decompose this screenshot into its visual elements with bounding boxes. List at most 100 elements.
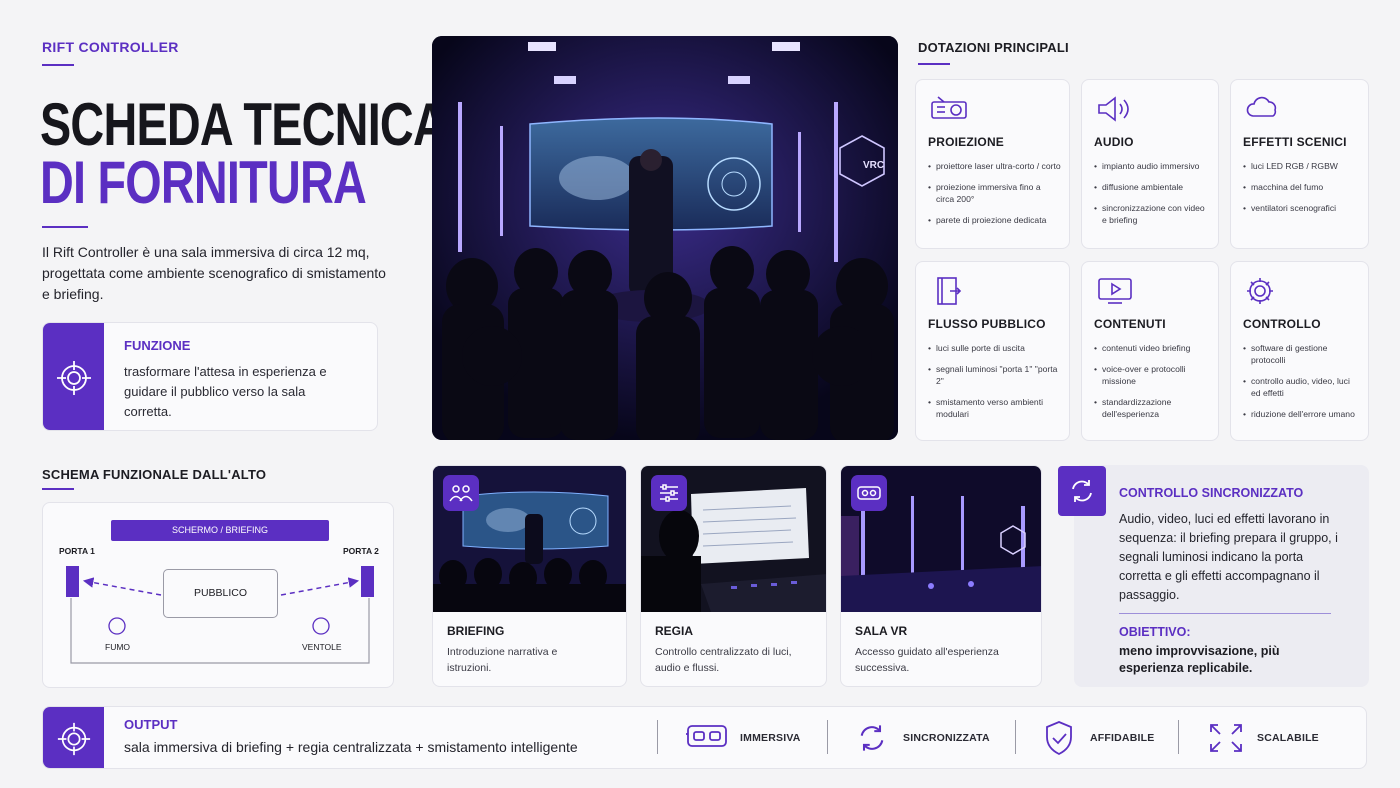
door-icon — [937, 277, 962, 305]
feature-bullet: luci LED RGB / RGBW — [1243, 160, 1360, 172]
feature-bullet: luci sulle porte di uscita — [928, 342, 1061, 354]
vrc-logo: VRC — [863, 160, 885, 171]
feature-card-audio: AUDIO impianto audio immersivo diffusion… — [1081, 79, 1219, 249]
feature-title: AUDIO — [1094, 135, 1134, 149]
gallery-card-regia: REGIA Controllo centralizzato di luci, a… — [640, 465, 827, 687]
sliders-icon-badge — [651, 475, 687, 511]
feature-bullet: ventilatori scenografici — [1243, 202, 1360, 214]
dotazioni-title: DOTAZIONI PRINCIPALI — [918, 40, 1069, 55]
feature-card-proiezione: PROIEZIONE proiettore laser ultra-corto … — [915, 79, 1070, 249]
output-icon-block — [43, 707, 104, 768]
feature-list: impianto audio immersivo diffusione ambi… — [1094, 160, 1210, 235]
feature-bullet: smistamento verso ambienti modulari — [928, 396, 1061, 420]
sliders-icon — [660, 484, 678, 502]
feature-card-controllo: CONTROLLO software di gestione protocoll… — [1230, 261, 1369, 441]
schema-pubblico-box: PUBBLICO — [163, 569, 278, 618]
feature-bullet: macchina del fumo — [1243, 181, 1360, 193]
feature-title: EFFETTI SCENICI — [1243, 135, 1347, 149]
sync-title: CONTROLLO SINCRONIZZATO — [1119, 486, 1304, 500]
sync-divider — [1119, 613, 1331, 614]
feature-bullet: standardizzazione dell'esperienza — [1094, 396, 1210, 420]
output-separator — [1015, 720, 1016, 754]
vr-headset-icon — [686, 725, 727, 747]
schema-title: SCHEMA FUNZIONALE DALL'ALTO — [42, 467, 267, 482]
hero-briefing-image: VRC — [432, 36, 898, 440]
feature-bullet: segnali luminosi "porta 1" "porta 2" — [928, 363, 1061, 387]
feature-list: contenuti video briefing voice-over e pr… — [1094, 342, 1210, 429]
speaker-icon — [1098, 96, 1129, 122]
feature-card-flusso: FLUSSO PUBBLICO luci sulle porte di usci… — [915, 261, 1070, 441]
schema-porta1-label: PORTA 1 — [59, 546, 95, 556]
gallery-title: BRIEFING — [447, 624, 505, 638]
feature-list: software di gestione protocolli controll… — [1243, 342, 1360, 429]
people-icon — [449, 485, 473, 502]
sync-icon — [860, 725, 884, 751]
title-underline — [42, 226, 88, 228]
feature-title: FLUSSO PUBBLICO — [928, 317, 1046, 331]
feature-title: CONTENUTI — [1094, 317, 1166, 331]
feature-bullet: sincronizzazione con video e briefing — [1094, 202, 1210, 226]
schema-diagram: SCHERMO / BRIEFING PORTA 1 PORTA 2 PUBBL… — [42, 502, 394, 688]
expand-icon — [1210, 724, 1242, 752]
feature-bullet: voice-over e protocolli missione — [1094, 363, 1210, 387]
feature-bullet: contenuti video briefing — [1094, 342, 1210, 354]
output-separator — [827, 720, 828, 754]
brand-label: RIFT CONTROLLER — [42, 39, 179, 55]
gallery-text: Accesso guidato all'esperienza successiv… — [855, 646, 999, 674]
people-icon-badge — [443, 475, 479, 511]
sync-icon-block — [1058, 466, 1106, 516]
gallery-title: SALA VR — [855, 624, 908, 638]
projector-icon — [931, 96, 967, 119]
badge-immersiva: IMMERSIVA — [740, 732, 801, 744]
hero-scene — [432, 36, 898, 440]
cloud-icon — [1246, 96, 1277, 117]
funzione-text: trasformare l'attesa in esperienza e gui… — [124, 364, 327, 419]
funzione-title: FUNZIONE — [124, 338, 191, 353]
feature-card-effetti: EFFETTI SCENICI luci LED RGB / RGBW macc… — [1230, 79, 1369, 249]
schema-porta2-label: PORTA 2 — [343, 546, 379, 556]
feature-list: luci sulle porte di uscita segnali lumin… — [928, 342, 1061, 429]
schema-porta2-door — [361, 566, 374, 597]
sync-icon — [1072, 480, 1092, 502]
feature-list: luci LED RGB / RGBW macchina del fumo ve… — [1243, 160, 1360, 223]
output-title: OUTPUT — [124, 717, 178, 732]
feature-bullet: riduzione dell'errore umano — [1243, 408, 1360, 420]
obiettivo-text: meno improvvisazione, più esperienza rep… — [1119, 644, 1280, 675]
vr-headset-icon-badge — [851, 475, 887, 511]
feature-bullet: controllo audio, video, luci ed effetti — [1243, 375, 1360, 399]
feature-title: PROIEZIONE — [928, 135, 1005, 149]
output-separator — [657, 720, 658, 754]
gear-icon — [1247, 278, 1273, 304]
schema-ventole-label: VENTOLE — [302, 642, 342, 652]
sync-panel-text: Audio, video, luci ed effetti lavorano i… — [1119, 512, 1338, 602]
dotazioni-underline — [918, 63, 950, 65]
obiettivo-label: OBIETTIVO: — [1119, 625, 1191, 639]
schema-screen: SCHERMO / BRIEFING — [111, 520, 329, 541]
feature-card-contenuti: CONTENUTI contenuti video briefing voice… — [1081, 261, 1219, 441]
badge-sincronizzata: SINCRONIZZATA — [903, 732, 990, 744]
target-icon — [56, 360, 91, 395]
shield-check-icon — [1046, 721, 1072, 756]
gallery-title: REGIA — [655, 624, 694, 638]
feature-bullet: parete di proiezione dedicata — [928, 214, 1061, 226]
play-screen-icon — [1098, 278, 1132, 304]
feature-bullet: diffusione ambientale — [1094, 181, 1210, 193]
brand-underline — [42, 64, 74, 66]
gallery-card-briefing: BRIEFING Introduzione narrativa e istruz… — [432, 465, 627, 687]
feature-list: proiettore laser ultra-corto / corto pro… — [928, 160, 1061, 235]
feature-bullet: impianto audio immersivo — [1094, 160, 1210, 172]
badge-scalabile: SCALABILE — [1257, 732, 1319, 744]
output-text: sala immersiva di briefing + regia centr… — [124, 739, 578, 755]
feature-bullet: proiezione immersiva fino a circa 200° — [928, 181, 1061, 205]
schema-fumo-label: FUMO — [105, 642, 131, 652]
feature-bullet: software di gestione protocolli — [1243, 342, 1360, 366]
target-icon — [57, 722, 90, 755]
gallery-card-salavr: SALA VR Accesso guidato all'esperienza s… — [840, 465, 1042, 687]
schema-porta1-door — [66, 566, 79, 597]
gallery-text: Controllo centralizzato di luci, audio e… — [655, 646, 792, 674]
feature-bullet: proiettore laser ultra-corto / corto — [928, 160, 1061, 172]
feature-title: CONTROLLO — [1243, 317, 1321, 331]
page-title-line2: DI FORNITURA — [40, 149, 367, 216]
output-separator — [1178, 720, 1179, 754]
vr-headset-icon — [857, 486, 881, 500]
